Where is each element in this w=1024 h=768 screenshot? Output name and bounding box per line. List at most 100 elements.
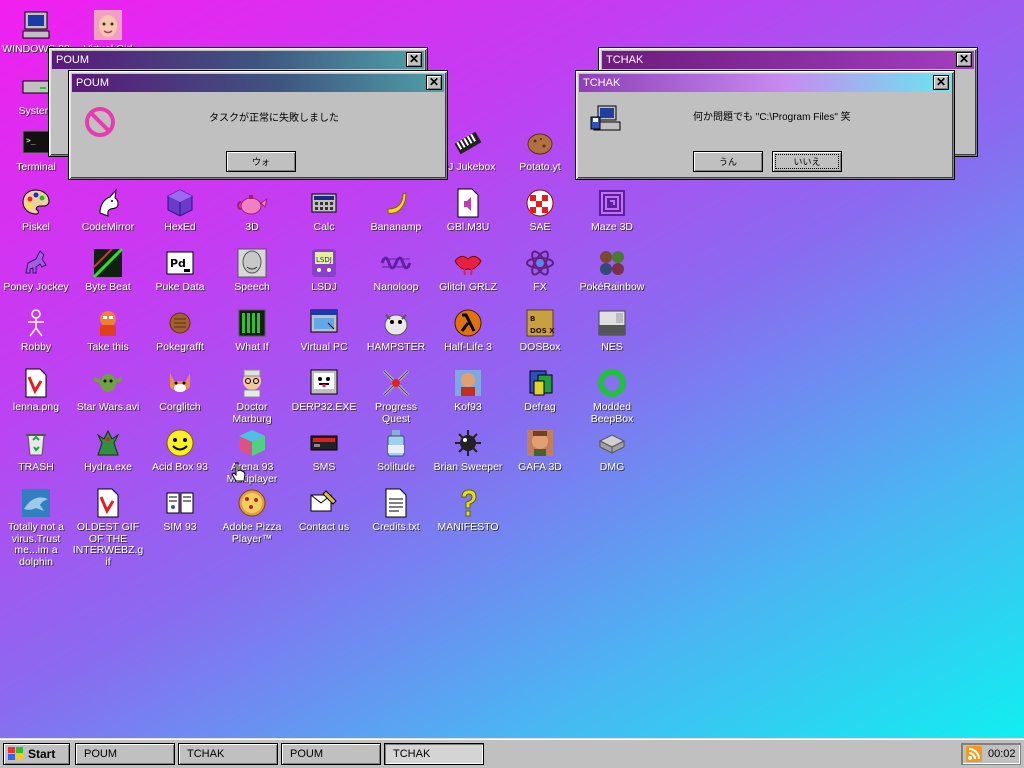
desktop-icon-oldest-gif-of-the-interwebz-gif[interactable]: OLDEST GIF OF THE INTERWEBZ.gif xyxy=(72,482,144,568)
speech-icon xyxy=(235,246,269,280)
desktop-icon-potato-yt[interactable]: Potato.yt xyxy=(504,122,576,174)
desktop-icon-speech[interactable]: Speech xyxy=(216,242,288,294)
task-poum-1[interactable]: POUM xyxy=(75,743,175,765)
task-tchak-1[interactable]: TCHAK xyxy=(178,743,278,765)
desktop-icon-bananamp[interactable]: Bananamp xyxy=(360,182,432,234)
lambda-icon xyxy=(451,306,485,340)
desktop-icon-nes[interactable]: NES xyxy=(576,302,648,354)
desktop-icon-doctor-marburg[interactable]: Doctor Marburg xyxy=(216,362,288,425)
desktop-icon-calc[interactable]: Calc xyxy=(288,182,360,234)
desktop-icon-pokegrafft[interactable]: Pokegrafft xyxy=(144,302,216,354)
desktop-icon-label: DERP32.EXE xyxy=(291,401,357,413)
desktop-icon-byte-beat[interactable]: Byte Beat xyxy=(72,242,144,294)
desktop-icon-label: GBl.M3U xyxy=(446,221,490,233)
desktop-icon-maze-3d[interactable]: Maze 3D xyxy=(576,182,648,234)
maze-icon xyxy=(595,186,629,220)
tchak-yes-button[interactable]: うん xyxy=(693,151,763,172)
console-icon xyxy=(307,426,341,460)
desktop-icon-lenna-png[interactable]: lenna.png xyxy=(0,362,72,414)
desktop-icon-progress-quest[interactable]: Progress Quest xyxy=(360,362,432,425)
desktop-icon-acid-box-93[interactable]: Acid Box 93 xyxy=(144,422,216,474)
desktop-icon-adobe-pizza-player[interactable]: Adobe Pizza Player™ xyxy=(216,482,288,545)
desktop-icon-puke-data[interactable]: Pd Puke Data xyxy=(144,242,216,294)
desktop-icon-contact-us[interactable]: Contact us xyxy=(288,482,360,534)
desktop-icon-modded-beepbox[interactable]: Modded BeepBox xyxy=(576,362,648,425)
desktop-icon-label: Brian Sweeper xyxy=(433,461,503,473)
desktop-icon-glitch-grlz[interactable]: Glitch GRLZ xyxy=(432,242,504,294)
desktop-icon-virtual-pc[interactable]: Virtual PC xyxy=(288,302,360,354)
desktop-icon-credits-txt[interactable]: Credits.txt xyxy=(360,482,432,534)
desktop-icon-derp32-exe[interactable]: DERP32.EXE xyxy=(288,362,360,414)
desktop-icon-totally-not-a-virus-trust-me-im-a-dolphin[interactable]: Totally not a virus.Trust me...im a dolp… xyxy=(0,482,72,568)
task-tchak-2[interactable]: TCHAK xyxy=(384,743,484,765)
recycle-bin-icon xyxy=(19,426,53,460)
desktop-icon-label: DOSBox xyxy=(519,341,561,353)
desktop-icon-star-wars-avi[interactable]: Star Wars.avi xyxy=(72,362,144,414)
tchak-window-front[interactable]: TCHAK ✕ 何か問題でも "C:\Program Files" 笑 うん い… xyxy=(575,70,955,180)
poum-back-close-button[interactable]: ✕ xyxy=(406,52,422,67)
pony-icon xyxy=(19,246,53,280)
desktop-icon-gbl-m3u[interactable]: GBl.M3U xyxy=(432,182,504,234)
start-button[interactable]: Start xyxy=(3,743,70,765)
poum-front-close-button[interactable]: ✕ xyxy=(426,75,442,90)
desktop-icon-label: HexEd xyxy=(164,221,196,233)
desktop-icon-sae[interactable]: SAE xyxy=(504,182,576,234)
calculator-icon xyxy=(307,186,341,220)
desktop-icon-dmg[interactable]: DMG xyxy=(576,422,648,474)
poum-ok-button[interactable]: ウォ xyxy=(226,151,296,172)
book-icon xyxy=(163,486,197,520)
bottle-icon xyxy=(379,426,413,460)
tchak-back-close-button[interactable]: ✕ xyxy=(956,52,972,67)
desktop-icon-manifesto[interactable]: MANIFESTO xyxy=(432,482,504,534)
doctor-icon xyxy=(235,366,269,400)
desktop-icon-label: SMS xyxy=(312,461,336,473)
desktop-icon-sim-93[interactable]: SIM 93 xyxy=(144,482,216,534)
desktop-icon-arena-93-multiplayer[interactable]: Arena 93 Multiplayer xyxy=(216,422,288,485)
poum-message: タスクが正常に失敗しました xyxy=(209,113,339,124)
desktop-icon-half-life-3[interactable]: Half-Life 3 xyxy=(432,302,504,354)
task-poum-2[interactable]: POUM xyxy=(281,743,381,765)
desktop-icon-fx[interactable]: FX xyxy=(504,242,576,294)
image-file-icon xyxy=(19,366,53,400)
desktop-icon-sms[interactable]: SMS xyxy=(288,422,360,474)
poum-back-titlebar[interactable]: POUM ✕ xyxy=(52,51,424,69)
desktop-icon-gafa-3d[interactable]: GAFA 3D xyxy=(504,422,576,474)
tchak-back-titlebar[interactable]: TCHAK ✕ xyxy=(602,51,974,69)
desktop-icon-trash[interactable]: TRASH xyxy=(0,422,72,474)
desktop-icon-take-this[interactable]: Take this xyxy=(72,302,144,354)
desktop-icon-piskel[interactable]: Piskel xyxy=(0,182,72,234)
desktop-icon-lsdj[interactable]: LSDJ LSDJ xyxy=(288,242,360,294)
poum-window-front[interactable]: POUM ✕ タスクが正常に失敗しました ウォ xyxy=(68,70,448,180)
desktop-icon-dosbox[interactable]: B DOS X DOSBox xyxy=(504,302,576,354)
desktop-icon-label: Defrag xyxy=(524,401,556,413)
dolphin-icon xyxy=(19,486,53,520)
tchak-front-titlebar[interactable]: TCHAK ✕ xyxy=(579,74,951,92)
smiley-icon xyxy=(163,426,197,460)
desktop-icon-pok-rainbow[interactable]: PokéRainbow xyxy=(576,242,648,294)
desktop-icon-poney-jockey[interactable]: Poney Jockey xyxy=(0,242,72,294)
rss-icon[interactable] xyxy=(966,746,982,762)
desktop-icon-brian-sweeper[interactable]: Brian Sweeper xyxy=(432,422,504,474)
desktop-icon-defrag[interactable]: Defrag xyxy=(504,362,576,414)
desktop-icon-label: Corglitch xyxy=(159,401,201,413)
desktop-icon-hampster[interactable]: HAMPSTER xyxy=(360,302,432,354)
poum-back-title: POUM xyxy=(56,54,89,66)
tchak-back-title: TCHAK xyxy=(606,54,644,66)
desktop-icon-hydra-exe[interactable]: Hydra.exe xyxy=(72,422,144,474)
hand-cursor-icon xyxy=(231,462,247,482)
poum-front-titlebar[interactable]: POUM ✕ xyxy=(72,74,444,92)
desktop-icon-corglitch[interactable]: Corglitch xyxy=(144,362,216,414)
desktop-icon-solitude[interactable]: Solitude xyxy=(360,422,432,474)
desktop-icon-nanoloop[interactable]: Nanoloop xyxy=(360,242,432,294)
clock: 00:02 xyxy=(988,748,1016,760)
desktop-icon-what-if[interactable]: What If xyxy=(216,302,288,354)
desktop-icon-kof93[interactable]: Kof93 xyxy=(432,362,504,414)
desktop-icon-hexed[interactable]: HexEd xyxy=(144,182,216,234)
tchak-front-close-button[interactable]: ✕ xyxy=(933,75,949,90)
desktop-icon-label: Potato.yt xyxy=(519,161,561,173)
desktop-icon-codemirror[interactable]: CodeMirror xyxy=(72,182,144,234)
teapot-icon xyxy=(235,186,269,220)
tchak-no-button[interactable]: いいえ xyxy=(772,151,842,172)
desktop-icon-3d[interactable]: 3D xyxy=(216,182,288,234)
desktop-icon-robby[interactable]: Robby xyxy=(0,302,72,354)
